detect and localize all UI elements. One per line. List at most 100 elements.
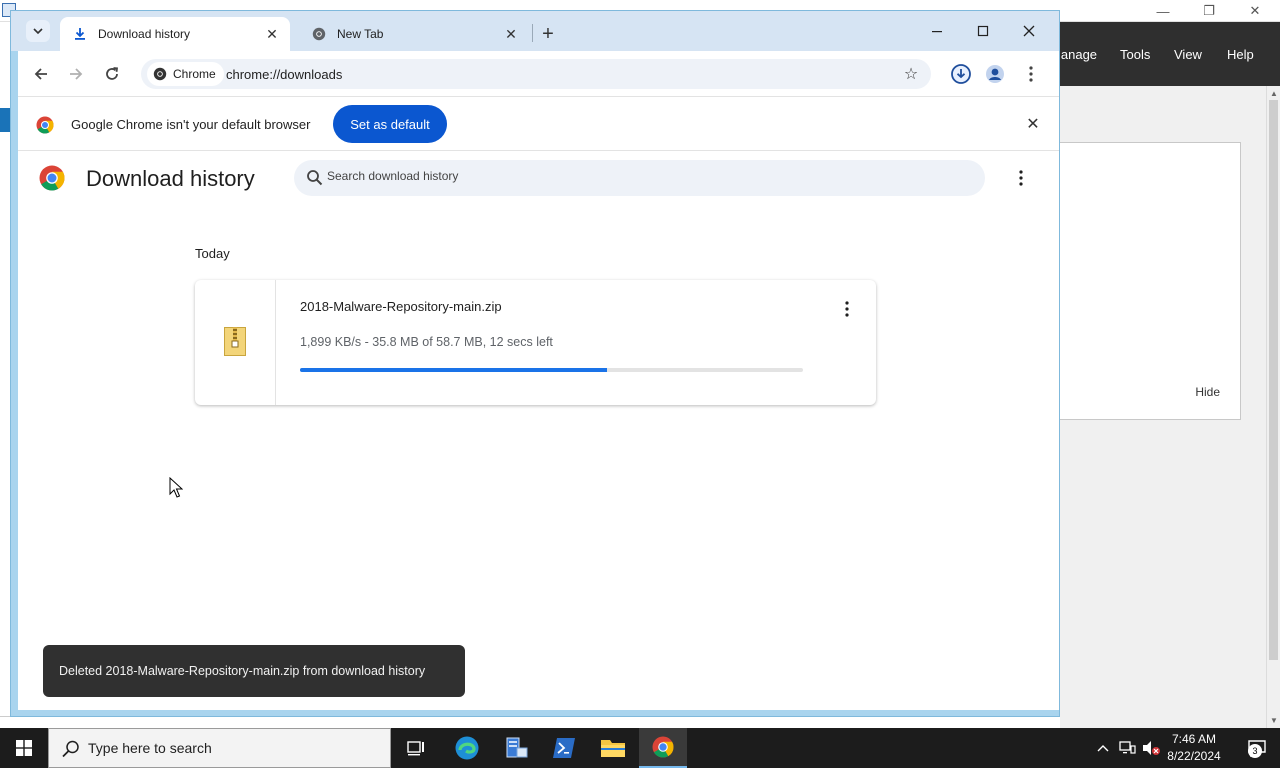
chrome-taskbar-button[interactable] bbox=[639, 728, 687, 768]
download-file-icon-column bbox=[195, 280, 276, 405]
server-manager-taskbar-button[interactable] bbox=[492, 728, 540, 768]
bg-hide-link[interactable]: Hide bbox=[1195, 385, 1220, 399]
close-window-button[interactable] bbox=[1006, 17, 1052, 45]
site-info-chip[interactable]: Chrome bbox=[147, 62, 224, 86]
start-button[interactable] bbox=[0, 728, 48, 768]
arrow-left-icon bbox=[34, 68, 47, 80]
system-clock[interactable]: 7:46 AM 8/22/2024 bbox=[1160, 731, 1228, 765]
arrow-right-icon bbox=[70, 68, 83, 80]
chrome-logo-icon bbox=[652, 736, 674, 758]
background-panel: Hide bbox=[1060, 142, 1241, 420]
browser-toolbar: Chrome chrome://downloads ☆ bbox=[18, 51, 1059, 97]
mouse-cursor-icon bbox=[169, 477, 183, 498]
zip-file-icon bbox=[224, 327, 246, 356]
scroll-down-icon[interactable]: ▼ bbox=[1267, 713, 1280, 727]
address-bar[interactable]: Chrome chrome://downloads ☆ bbox=[141, 59, 931, 89]
windows-logo-icon bbox=[16, 740, 32, 756]
tab-download-history[interactable]: Download history ✕ bbox=[60, 17, 290, 51]
download-item-menu-button[interactable] bbox=[837, 296, 857, 322]
tab-title: New Tab bbox=[337, 27, 384, 41]
clock-time: 7:46 AM bbox=[1171, 732, 1217, 746]
back-button[interactable] bbox=[27, 60, 55, 88]
bookmark-star-icon[interactable]: ☆ bbox=[901, 64, 921, 84]
bg-scroll-thumb[interactable] bbox=[1269, 100, 1278, 660]
downloads-page: Download history Today 20 bbox=[18, 151, 1059, 710]
search-input[interactable] bbox=[327, 169, 927, 183]
reload-icon bbox=[106, 67, 118, 80]
download-progress-fill bbox=[300, 368, 607, 372]
volume-muted-icon bbox=[1143, 741, 1160, 755]
windows-taskbar: Type here to search 7:46 AM 8/22/2024 3 bbox=[0, 728, 1280, 768]
chrome-icon bbox=[311, 26, 327, 42]
powershell-taskbar-button[interactable] bbox=[540, 728, 588, 768]
default-browser-infobar: Google Chrome isn't your default browser… bbox=[18, 97, 1059, 151]
bg-minimize-button[interactable]: — bbox=[1140, 0, 1186, 22]
tab-strip: Download history ✕ New Tab ✕ + bbox=[11, 11, 1059, 51]
bg-menu-manage[interactable]: lanage bbox=[1058, 47, 1097, 62]
bg-menu-tools[interactable]: Tools bbox=[1120, 47, 1150, 62]
reload-button[interactable] bbox=[98, 60, 126, 88]
background-menubar: lanage Tools View Help bbox=[1056, 22, 1280, 86]
page-title: Download history bbox=[86, 166, 255, 191]
new-tab-button[interactable]: + bbox=[535, 21, 561, 47]
profile-icon bbox=[986, 65, 1004, 83]
show-hidden-icons-button[interactable] bbox=[1092, 728, 1114, 768]
task-view-button[interactable] bbox=[392, 728, 440, 768]
downloads-button[interactable] bbox=[947, 60, 975, 88]
network-icon bbox=[1119, 741, 1136, 754]
profile-button[interactable] bbox=[981, 60, 1009, 88]
network-tray-button[interactable] bbox=[1116, 728, 1138, 768]
chevron-down-icon bbox=[33, 28, 43, 35]
tab-search-button[interactable] bbox=[26, 20, 50, 42]
bg-menu-help[interactable]: Help bbox=[1227, 47, 1254, 62]
page-menu-button[interactable] bbox=[1011, 165, 1031, 191]
clock-date: 8/22/2024 bbox=[1167, 749, 1221, 763]
powershell-icon bbox=[553, 738, 575, 758]
edge-taskbar-button[interactable] bbox=[443, 728, 491, 768]
bg-restore-button[interactable]: ❐ bbox=[1186, 0, 1232, 22]
bg-close-button[interactable]: ✕ bbox=[1232, 0, 1278, 22]
folder-icon bbox=[601, 740, 625, 757]
toast-message: Deleted 2018-Malware-Repository-main.zip… bbox=[59, 664, 426, 678]
close-tab-icon[interactable]: ✕ bbox=[501, 24, 521, 44]
toast-notification: Deleted 2018-Malware-Repository-main.zip… bbox=[43, 645, 465, 697]
download-progress-bar bbox=[300, 368, 803, 372]
close-tab-icon[interactable]: ✕ bbox=[262, 24, 282, 44]
chrome-window: Download history ✕ New Tab ✕ + Chrome ch… bbox=[10, 10, 1060, 717]
scroll-up-icon[interactable]: ▲ bbox=[1267, 86, 1280, 100]
page-header: Download history bbox=[18, 151, 1059, 207]
more-vert-icon bbox=[1029, 66, 1033, 82]
chrome-menu-button[interactable] bbox=[1017, 60, 1045, 88]
volume-tray-button[interactable] bbox=[1140, 728, 1162, 768]
chrome-icon bbox=[153, 67, 167, 81]
chip-label: Chrome bbox=[173, 67, 216, 81]
close-icon[interactable]: ✕ bbox=[1023, 114, 1043, 134]
bg-menu-view[interactable]: View bbox=[1174, 47, 1202, 62]
chrome-logo-icon bbox=[39, 165, 65, 191]
minimize-button[interactable] bbox=[914, 17, 960, 45]
more-vert-icon bbox=[845, 301, 849, 317]
chrome-logo-icon bbox=[36, 116, 54, 134]
taskbar-search-box[interactable]: Type here to search bbox=[48, 728, 391, 768]
url-text[interactable]: chrome://downloads bbox=[226, 67, 342, 82]
tab-divider bbox=[532, 24, 533, 42]
bg-bottom-bar bbox=[0, 716, 1060, 728]
maximize-icon bbox=[977, 25, 989, 37]
download-file-name[interactable]: 2018-Malware-Repository-main.zip bbox=[300, 299, 502, 314]
maximize-button[interactable] bbox=[960, 17, 1006, 45]
task-view-icon bbox=[407, 741, 424, 756]
tab-new-tab[interactable]: New Tab ✕ bbox=[299, 17, 529, 51]
tab-title: Download history bbox=[98, 27, 191, 41]
file-explorer-taskbar-button[interactable] bbox=[589, 728, 637, 768]
more-vert-icon bbox=[1019, 170, 1023, 186]
search-box[interactable] bbox=[294, 160, 985, 196]
set-as-default-button[interactable]: Set as default bbox=[333, 105, 447, 143]
edge-icon bbox=[455, 736, 479, 760]
infobar-message: Google Chrome isn't your default browser bbox=[71, 117, 311, 132]
download-item: 2018-Malware-Repository-main.zip 1,899 K… bbox=[195, 280, 876, 405]
date-group-label: Today bbox=[195, 246, 230, 261]
bg-scrollbar[interactable]: ▲ ▼ bbox=[1266, 86, 1280, 728]
server-manager-icon bbox=[506, 737, 528, 758]
forward-button[interactable] bbox=[62, 60, 90, 88]
minimize-icon bbox=[932, 31, 942, 33]
